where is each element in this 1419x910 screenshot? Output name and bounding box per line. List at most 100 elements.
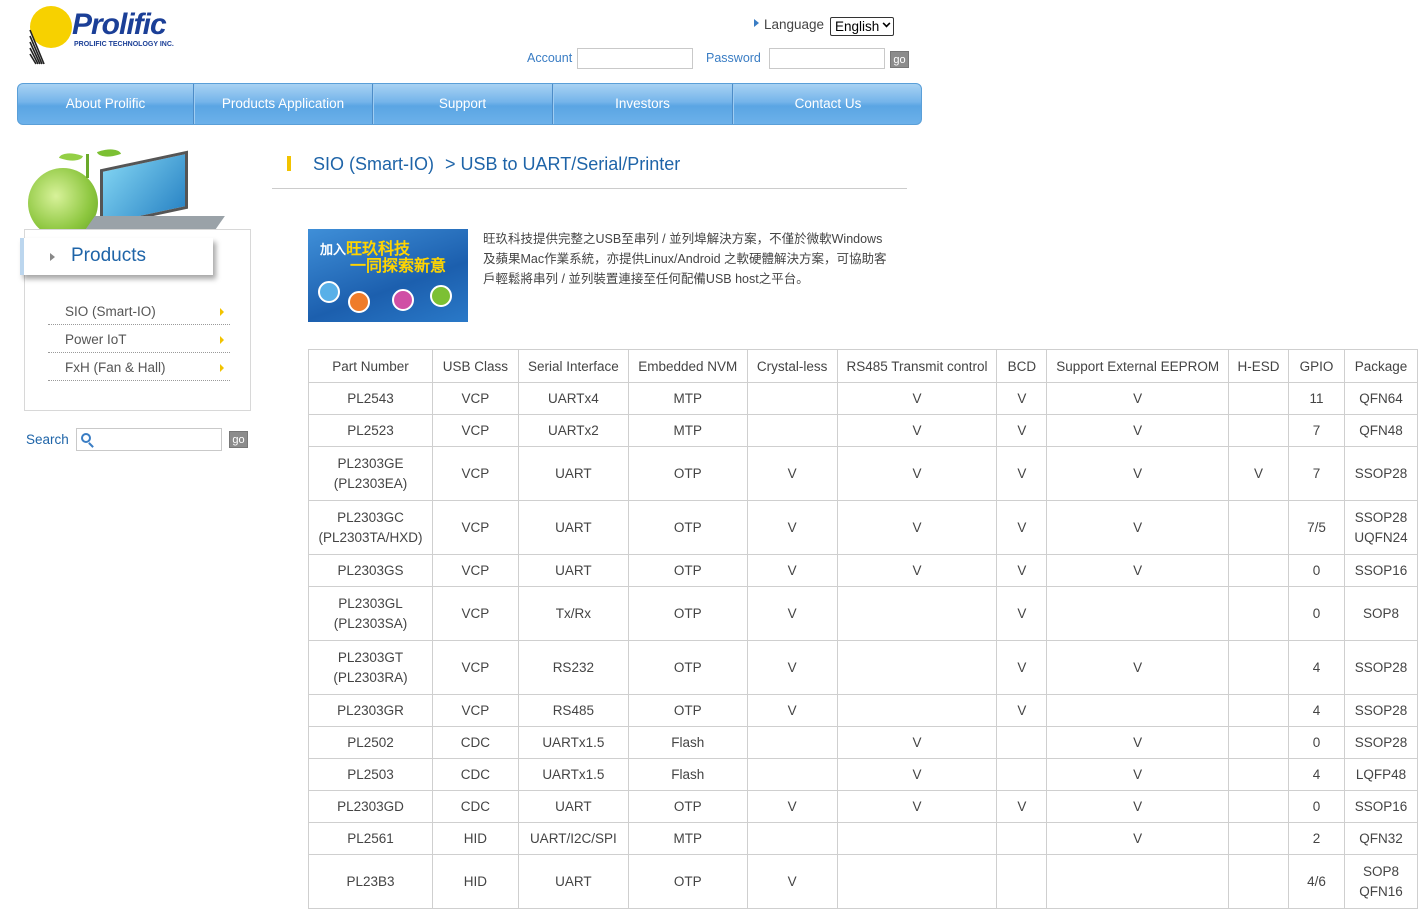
- prolific-logo[interactable]: Prolific PROLIFIC TECHNOLOGY INC.: [28, 6, 188, 68]
- triangle-right-icon: [754, 19, 759, 28]
- search-icon-handle: [88, 442, 94, 448]
- part-number: PL2303GE: [337, 455, 404, 471]
- sidebar-item-fxh[interactable]: FxH (Fan & Hall): [48, 353, 230, 381]
- table-cell-hesd: [1228, 414, 1289, 447]
- password-input[interactable]: [769, 48, 885, 69]
- package: SOP8: [1362, 863, 1399, 879]
- table-cell-bcd: V: [996, 446, 1048, 501]
- table-cell-eeprom: [1046, 694, 1230, 727]
- table-cell-rs485: V: [836, 414, 998, 447]
- table-cell-rs485: [836, 694, 998, 727]
- triangle-right-icon: [50, 253, 55, 261]
- sidebar-item-power-iot[interactable]: Power IoT: [48, 325, 230, 353]
- table-cell-serial: UART: [517, 790, 629, 823]
- nav-contact-us[interactable]: Contact Us: [733, 84, 921, 124]
- table-cell-rs485: [836, 640, 998, 695]
- sidebar-item-label: Power IoT: [65, 332, 127, 347]
- table-cell-eeprom: V: [1046, 500, 1230, 555]
- table-cell-usb: VCP: [431, 640, 519, 695]
- table-cell-part: PL2303GT (PL2303RA): [308, 640, 433, 695]
- table-cell-part: PL2523: [308, 414, 433, 447]
- table-cell-nvm: MTP: [627, 382, 748, 415]
- chevron-down-icon: [882, 19, 891, 28]
- table-cell-gpio: 2: [1287, 822, 1345, 855]
- table-cell-crystal: [746, 382, 838, 415]
- table-cell-pkg: SSOP28: [1343, 726, 1419, 759]
- intro-paragraph: 旺玖科技提供完整之USB至串列 / 並列埠解決方案，不僅於微軟Windows及蘋…: [483, 232, 887, 286]
- table-cell-nvm: OTP: [627, 500, 748, 555]
- table-cell-rs485: [836, 854, 998, 909]
- table-cell-bcd: V: [996, 414, 1048, 447]
- table-cell-usb: VCP: [431, 586, 519, 641]
- table-cell-hesd: [1228, 854, 1289, 909]
- table-cell-rs485: [836, 586, 998, 641]
- table-cell-serial: UART: [517, 554, 629, 587]
- table-cell-crystal: [746, 414, 838, 447]
- sidebar-item-sio[interactable]: SIO (Smart-IO): [48, 297, 230, 325]
- table-cell-eeprom: V: [1046, 758, 1230, 791]
- nav-investors[interactable]: Investors: [553, 84, 733, 124]
- part-number-alt: (PL2303SA): [333, 615, 408, 631]
- table-header-row: Part Number USB Class Serial Interface Embe…: [308, 349, 1419, 383]
- table-cell-crystal: V: [746, 694, 838, 727]
- language-label-text: Language: [764, 17, 825, 32]
- logo-stripes-icon: [29, 29, 45, 65]
- table-cell-crystal: V: [746, 790, 838, 823]
- password-label: Password: [706, 51, 761, 65]
- sidebar-item-label: FxH (Fan & Hall): [65, 360, 166, 375]
- arrow-right-icon: [220, 364, 224, 372]
- table-cell-crystal: [746, 758, 838, 791]
- product-spec-table: Part Number USB Class Serial Interface Embe…: [308, 349, 1419, 909]
- part-number: PL2303GT: [337, 649, 404, 665]
- table-cell-pkg: QFN64: [1343, 382, 1419, 415]
- divider: [272, 188, 907, 189]
- table-cell-nvm: MTP: [627, 414, 748, 447]
- nav-products-application[interactable]: Products Application: [194, 84, 373, 124]
- nav-about-prolific[interactable]: About Prolific: [18, 84, 194, 124]
- table-row: PL2523 VCP UARTx2 MTP V V V 7 QFN48: [308, 414, 1419, 447]
- table-cell-bcd: V: [996, 500, 1048, 555]
- table-cell-hesd: [1228, 822, 1289, 855]
- table-cell-usb: VCP: [431, 694, 519, 727]
- table-cell-pkg: SSOP16: [1343, 554, 1419, 587]
- table-header-cell: Crystal-less: [746, 349, 838, 383]
- table-cell-part: PL2303GE (PL2303EA): [308, 446, 433, 501]
- table-cell-hesd: [1228, 694, 1289, 727]
- table-row: PL2502 CDC UARTx1.5 Flash V V 0 SSOP28: [308, 726, 1419, 759]
- table-row: PL2543 VCP UARTx4 MTP V V V 11 QFN64: [308, 382, 1419, 415]
- table-cell-gpio: 4/6: [1287, 854, 1345, 909]
- table-cell-usb: VCP: [431, 446, 519, 501]
- table-cell-serial: UARTx4: [517, 382, 629, 415]
- banner-bubble: [430, 285, 452, 307]
- table-cell-serial: UARTx1.5: [517, 758, 629, 791]
- table-cell-bcd: [996, 758, 1048, 791]
- table-cell-part: PL23B3: [308, 854, 433, 909]
- table-cell-gpio: 4: [1287, 694, 1345, 727]
- table-cell-gpio: 0: [1287, 586, 1345, 641]
- table-header-cell: RS485 Transmit control: [836, 349, 998, 383]
- banner-line-1a: 加入: [320, 242, 347, 257]
- language-select[interactable]: English: [830, 17, 894, 36]
- table-header-cell: GPIO: [1287, 349, 1345, 383]
- table-cell-part: PL2502: [308, 726, 433, 759]
- table-cell-pkg: QFN48: [1343, 414, 1419, 447]
- table-row: PL2303GC (PL2303TA/HXD) VCP UART OTP V V V V 7/5 S…: [308, 500, 1419, 555]
- table-cell-gpio: 7/5: [1287, 500, 1345, 555]
- search-input[interactable]: [76, 428, 222, 451]
- login-go-button[interactable]: go: [890, 51, 909, 68]
- table-cell-part: PL2303GL (PL2303SA): [308, 586, 433, 641]
- table-cell-serial: RS485: [517, 694, 629, 727]
- breadcrumb-parent-link[interactable]: SIO (Smart-IO): [313, 154, 434, 174]
- table-cell-eeprom: V: [1046, 640, 1230, 695]
- table-cell-nvm: OTP: [627, 694, 748, 727]
- table-cell-serial: UART: [517, 854, 629, 909]
- logo-subtitle: PROLIFIC TECHNOLOGY INC.: [74, 41, 174, 48]
- nav-support[interactable]: Support: [373, 84, 553, 124]
- search-go-button[interactable]: go: [229, 431, 248, 448]
- table-cell-crystal: V: [746, 854, 838, 909]
- part-number-alt: (PL2303RA): [333, 669, 408, 685]
- table-cell-part: PL2303GD: [308, 790, 433, 823]
- table-cell-crystal: [746, 822, 838, 855]
- account-input[interactable]: [577, 48, 693, 69]
- table-cell-bcd: [996, 726, 1048, 759]
